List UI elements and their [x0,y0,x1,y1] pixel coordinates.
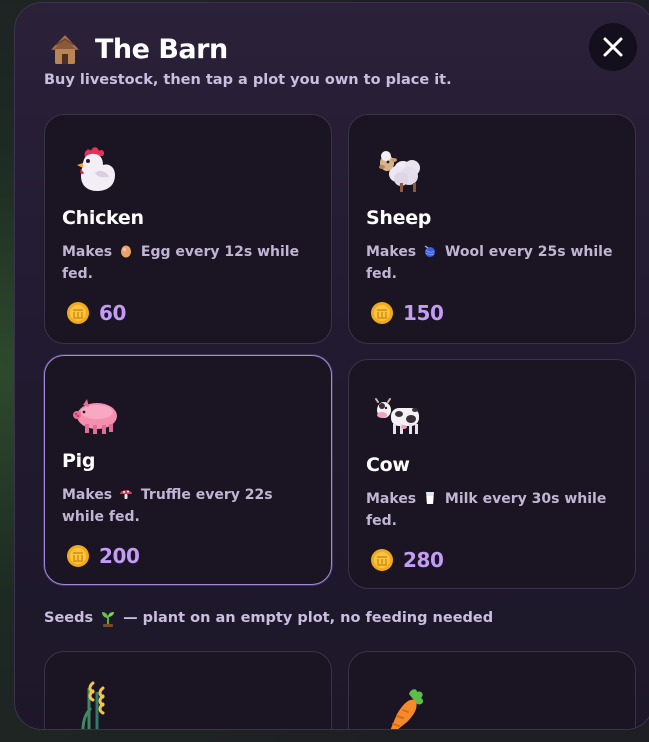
animal-card-cow[interactable]: Cow Makes Milk every 30s while fed. 280 [348,359,636,589]
close-button[interactable] [589,23,637,71]
modal-subtitle: Buy livestock, then tap a plot you own t… [44,72,452,88]
modal-title: The Barn [95,33,228,65]
seeds-label-prefix: Seeds [44,610,94,626]
coin-icon [371,302,393,324]
description-prefix: Makes [62,487,113,503]
egg-icon [121,245,132,258]
milk-icon [426,492,435,504]
wheat-icon [81,681,105,729]
animal-name: Sheep [366,207,432,229]
animal-name: Chicken [62,207,144,229]
carrot-icon [390,689,424,729]
seed-card-wheat[interactable] [44,651,332,729]
price-value: 280 [403,548,444,572]
close-icon [603,37,623,57]
sheep-icon [379,151,420,192]
price-tag: 150 [370,300,444,326]
sprout-icon [102,612,115,627]
modal-header: The Barn [47,31,228,67]
animal-name: Cow [366,454,410,476]
animal-card-pig[interactable]: Pig Makes Truffle every 22s while fed. 2… [44,355,332,585]
coin-icon [371,549,393,571]
barn-modal: The Barn Buy livestock, then tap a plot … [14,2,649,730]
price-tag: 60 [66,300,126,326]
hut-icon [51,35,79,64]
price-tag: 200 [66,543,140,569]
description-prefix: Makes [366,244,417,260]
animal-description: Makes Egg every 12s while fed. [62,241,314,285]
animal-description: Makes Milk every 30s while fed. [366,488,618,532]
seeds-label-suffix: — plant on an empty plot, no feeding nee… [123,610,494,626]
description-prefix: Makes [62,244,113,260]
seeds-section-label: Seeds — plant on an empty plot, no feedi… [44,609,493,627]
animal-card-sheep[interactable]: Sheep Makes Wool every 25s while fed. 15… [348,114,636,344]
mushroom-icon [120,490,133,499]
coin-icon [67,302,89,324]
pig-icon [73,399,117,434]
description-prefix: Makes [366,491,417,507]
animal-description: Makes Truffle every 22s while fed. [62,484,314,528]
price-value: 60 [99,301,127,325]
animal-description: Makes Wool every 25s while fed. [366,241,618,285]
cow-icon [375,398,419,434]
animal-name: Pig [62,450,96,472]
price-value: 150 [403,301,444,325]
animal-card-chicken[interactable]: Chicken Makes Egg every 12s while fed. 6… [44,114,332,344]
chicken-icon [77,147,115,191]
coin-icon [67,545,89,567]
yarn-icon [424,245,436,257]
seed-card-carrot[interactable] [348,651,636,729]
price-tag: 280 [370,547,444,573]
price-value: 200 [99,544,140,568]
